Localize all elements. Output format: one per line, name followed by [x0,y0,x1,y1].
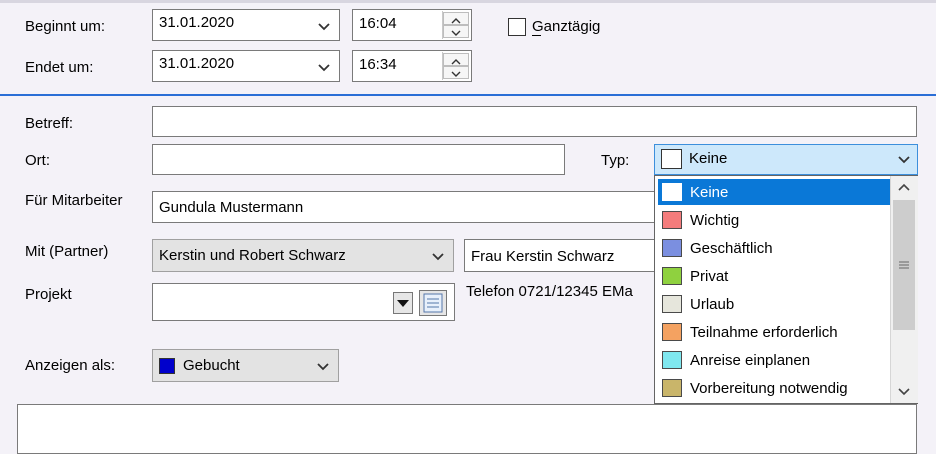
notes-textarea[interactable] [17,404,917,454]
type-option-swatch [662,183,682,201]
arrow-down-icon [451,71,461,77]
type-option-swatch [662,239,682,257]
grip-icon [899,261,909,269]
type-label: Typ: [601,152,630,169]
type-option-swatch [662,379,682,397]
form-list-icon [423,293,443,313]
type-option-swatch [662,351,682,369]
chevron-up-icon [898,183,910,191]
end-time-field[interactable]: 16:34 [352,50,472,82]
end-date-value: 31.01.2020 [159,55,235,72]
chevron-down-icon[interactable] [897,153,911,167]
scroll-thumb[interactable] [893,200,915,330]
top-border [0,0,936,3]
triangle-down-icon [397,300,409,307]
start-date-picker[interactable]: 31.01.2020 [152,9,340,41]
project-lookup-button[interactable] [419,290,447,316]
type-option-swatch [662,295,682,313]
partner-contact-value: Frau Kerstin Schwarz [471,248,615,265]
end-date-picker[interactable]: 31.01.2020 [152,50,340,82]
spin-down-button[interactable] [443,25,469,38]
arrow-down-icon [451,30,461,36]
show-as-value: Gebucht [183,357,240,374]
show-as-select[interactable]: Gebucht [152,349,339,382]
accel-underline [532,35,541,36]
project-label: Projekt [25,286,72,303]
show-as-color-swatch [159,358,175,374]
end-label: Endet um: [25,59,94,76]
employee-label: Für Mitarbeiter [25,192,123,209]
scroll-down-button[interactable] [891,381,918,403]
partner-company-value: Kerstin und Robert Schwarz [159,247,346,264]
type-option-label: Wichtig [690,212,740,229]
scroll-up-button[interactable] [891,176,918,198]
type-option-swatch [662,267,682,285]
chevron-down-icon[interactable] [317,20,331,34]
chevron-down-icon [898,388,910,396]
partner-label: Mit (Partner) [25,243,109,260]
type-option[interactable]: Privat [658,263,891,289]
spin-down-button[interactable] [443,66,469,79]
type-option-label: Geschäftlich [690,240,773,257]
type-option-label: Vorbereitung notwendig [690,380,848,397]
type-option[interactable]: Wichtig [658,207,891,233]
type-option-label: Keine [690,184,729,201]
chevron-down-icon[interactable] [431,250,445,264]
dropdown-scrollbar[interactable] [890,176,918,403]
location-input[interactable] [152,144,565,175]
start-time-value: 16:04 [359,15,397,32]
type-option[interactable]: Geschäftlich [658,235,891,261]
all-day-label[interactable]: Ganztägig [532,18,600,35]
type-option-label: Privat [690,268,729,285]
location-label: Ort: [25,152,50,169]
chevron-down-icon[interactable] [317,61,331,75]
type-option[interactable]: Keine [658,179,891,205]
type-option[interactable]: Vorbereitung notwendig [658,375,891,401]
type-option[interactable]: Teilnahme erforderlich [658,319,891,345]
subject-label: Betreff: [25,115,74,132]
type-select-value: Keine [689,150,728,167]
type-select[interactable]: Keine [654,144,918,175]
subject-input[interactable] [152,106,917,137]
type-dropdown-list[interactable]: Keine Wichtig Geschäftlich Privat Urlaub Teil… [654,175,918,404]
project-input[interactable] [152,283,455,321]
start-time-field[interactable]: 16:04 [352,9,472,41]
project-dropdown-button[interactable] [393,292,413,314]
chevron-down-icon[interactable] [316,360,330,374]
end-time-value: 16:34 [359,56,397,73]
partner-phone-text: Telefon 0721/12345 EMa [466,283,633,300]
type-color-swatch [661,149,682,169]
section-divider [0,94,936,96]
start-time-spinner[interactable] [442,11,469,39]
all-day-checkbox[interactable] [508,18,526,36]
start-date-value: 31.01.2020 [159,14,235,31]
end-time-spinner[interactable] [442,52,469,80]
show-as-label: Anzeigen als: [25,357,116,374]
type-option[interactable]: Anreise einplanen [658,347,891,373]
spin-up-button[interactable] [443,12,469,25]
type-option-label: Urlaub [690,296,735,313]
type-option[interactable]: Urlaub [658,291,891,317]
start-label: Beginnt um: [25,18,106,35]
type-option-label: Anreise einplanen [690,352,811,369]
type-option-swatch [662,323,682,341]
spin-up-button[interactable] [443,53,469,66]
partner-company-select[interactable]: Kerstin und Robert Schwarz [152,239,454,272]
type-option-swatch [662,211,682,229]
type-option-label: Teilnahme erforderlich [690,324,838,341]
employee-value: Gundula Mustermann [159,199,304,216]
all-day-text: Ganztägig [532,18,601,35]
